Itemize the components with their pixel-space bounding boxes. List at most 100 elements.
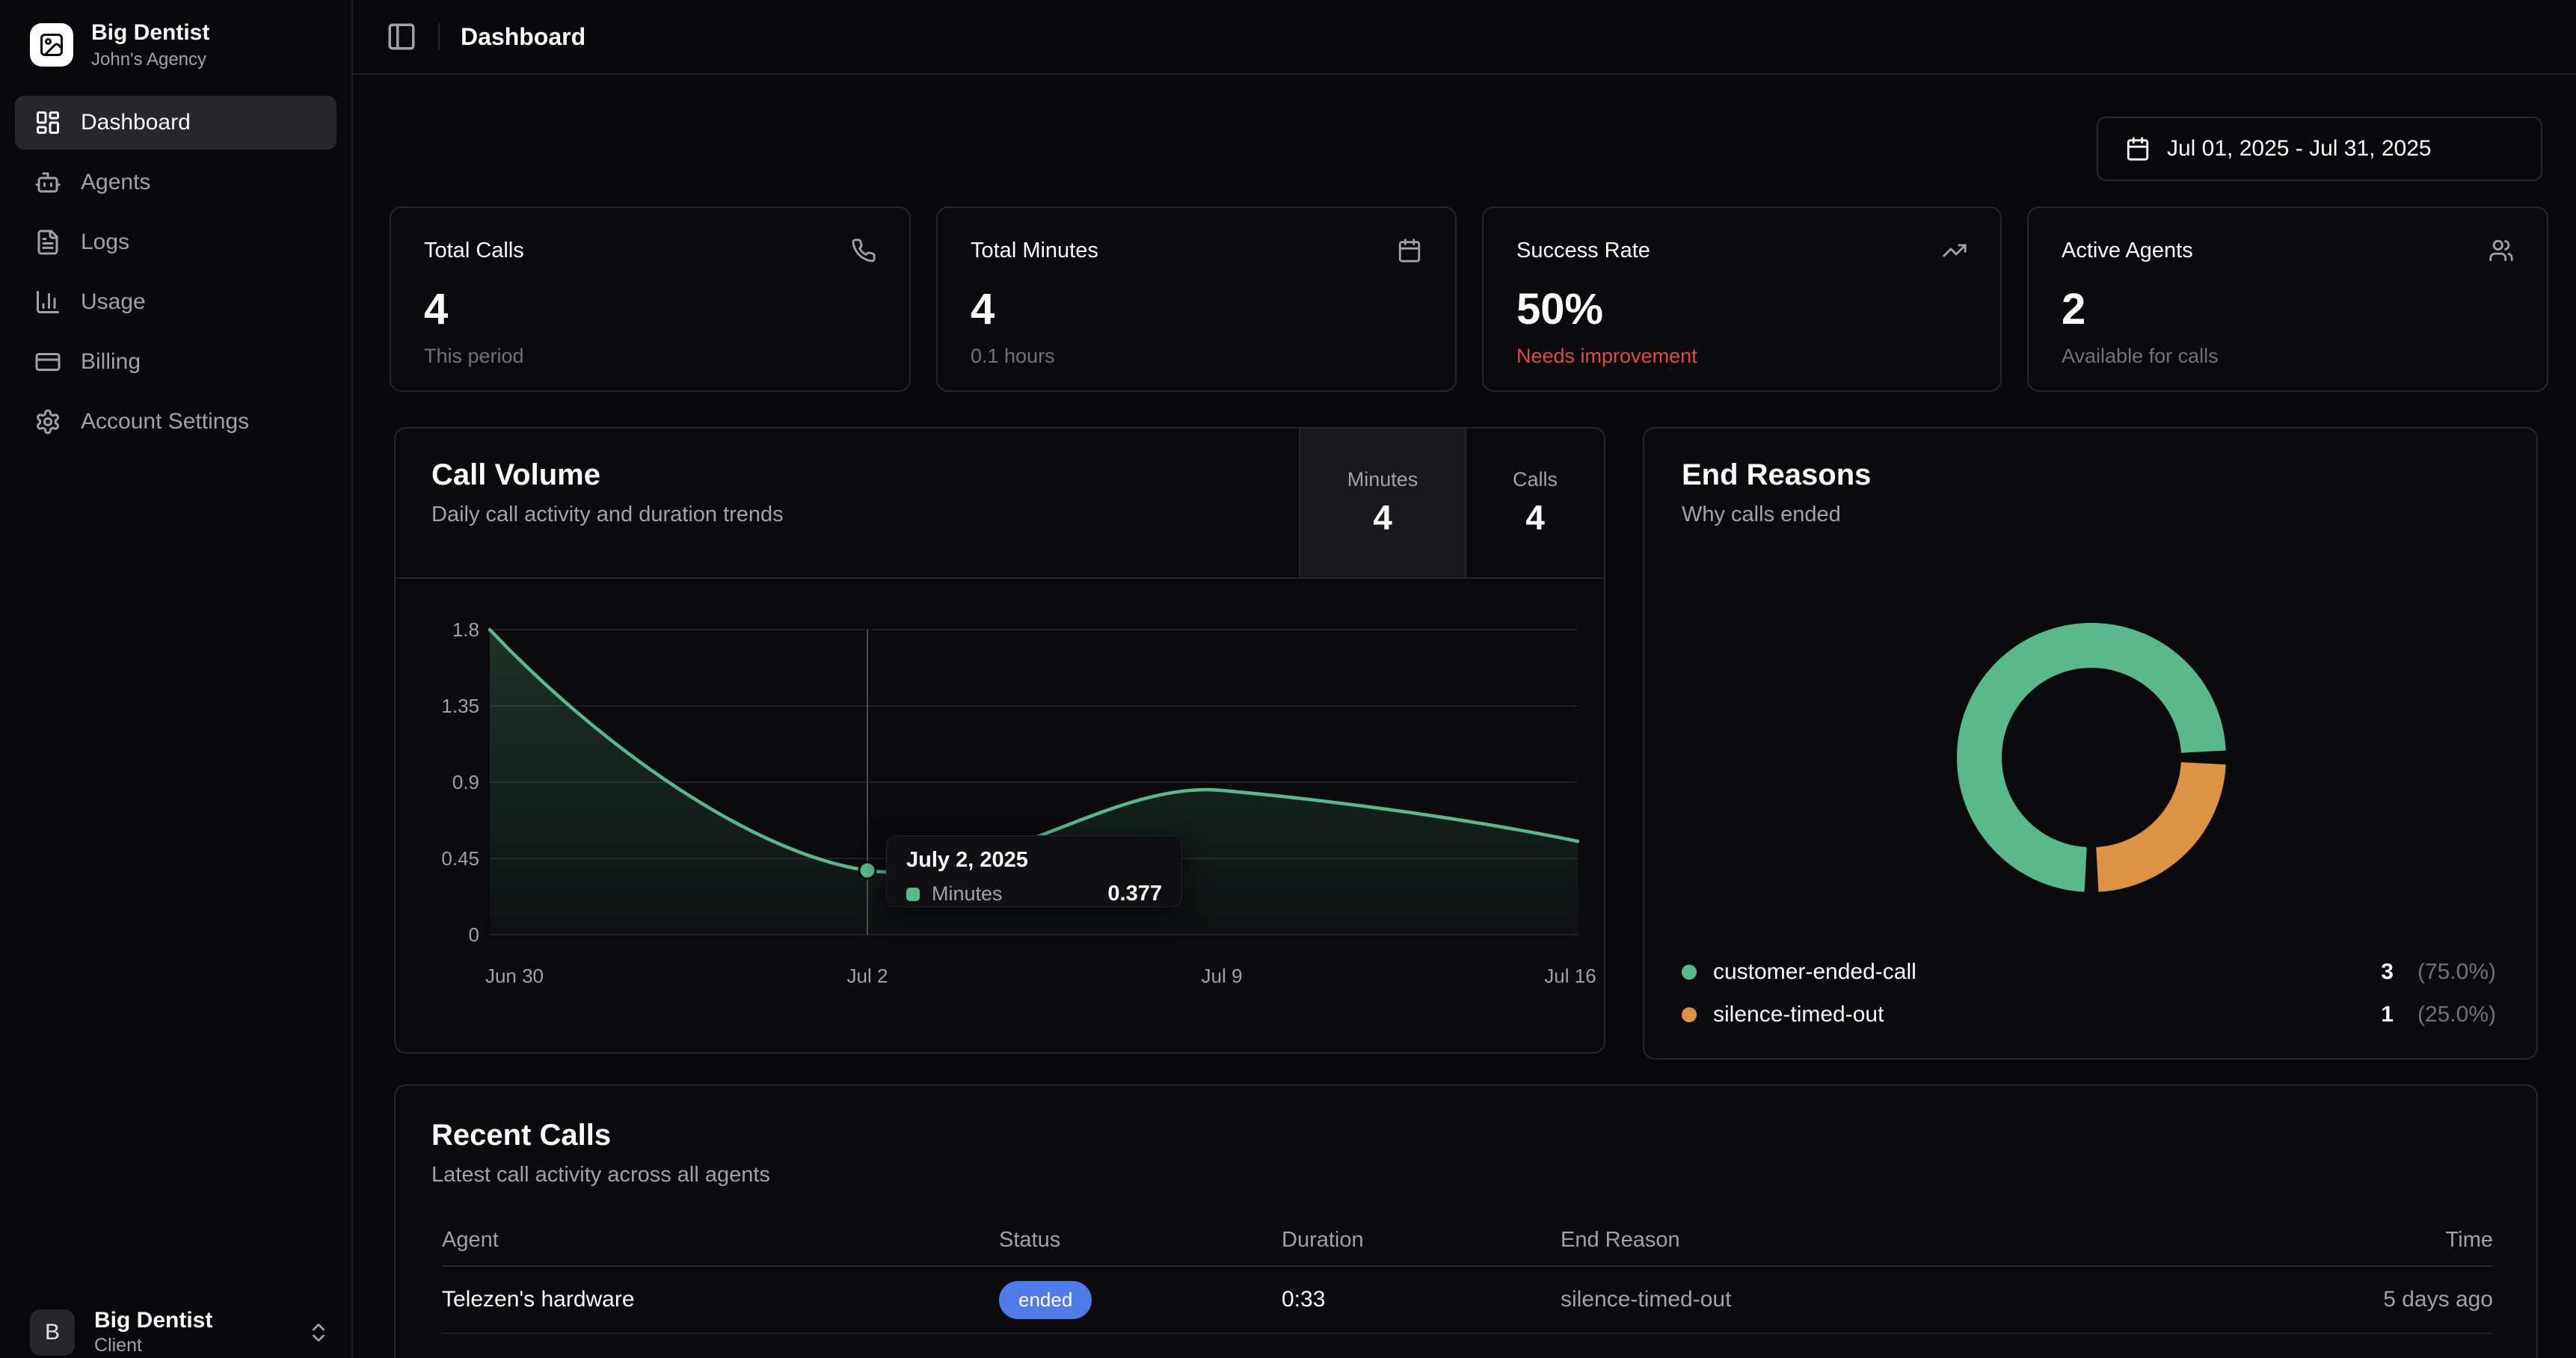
brand-logo — [30, 23, 73, 67]
sidebar-item-agents[interactable]: Agents — [15, 156, 336, 209]
legend-count: 1 — [2381, 1002, 2394, 1027]
end-reasons-subtitle: Why calls ended — [1682, 503, 2536, 527]
sidebar-item-label: Usage — [81, 289, 146, 315]
page-title: Dashboard — [461, 23, 585, 51]
svg-text:0: 0 — [469, 924, 479, 946]
stat-value: 4 — [971, 284, 1422, 334]
date-range-button[interactable]: Jul 01, 2025 - Jul 31, 2025 — [2097, 117, 2542, 181]
tooltip-date: July 2, 2025 — [906, 848, 1162, 873]
column-header-agent: Agent — [442, 1228, 999, 1253]
table-header-row: Agent Status Duration End Reason Time — [442, 1214, 2493, 1267]
tab-label: Calls — [1513, 468, 1558, 491]
column-header-end-reason: End Reason — [1561, 1228, 2054, 1253]
call-volume-header: Call Volume Daily call activity and dura… — [396, 428, 1604, 579]
call-volume-tabs: Minutes 4 Calls 4 — [1299, 428, 1604, 577]
stat-subtitle: Needs improvement — [1516, 345, 1967, 368]
stat-value: 50% — [1516, 284, 1967, 334]
svg-text:0.9: 0.9 — [452, 771, 479, 793]
gear-icon — [34, 408, 61, 435]
cell-agent: Telezen's hardware — [442, 1287, 999, 1312]
recent-calls-card: Recent Calls Latest call activity across… — [394, 1084, 2538, 1358]
legend-count: 3 — [2381, 959, 2394, 985]
stat-subtitle: 0.1 hours — [971, 345, 1422, 368]
stat-subtitle: This period — [424, 345, 876, 368]
tab-label: Minutes — [1347, 468, 1418, 491]
sidebar-item-billing[interactable]: Billing — [15, 335, 336, 389]
brand-subtitle: John's Agency — [91, 49, 209, 70]
tab-calls[interactable]: Calls 4 — [1465, 428, 1604, 577]
date-range-label: Jul 01, 2025 - Jul 31, 2025 — [2167, 136, 2432, 162]
sidebar-item-label: Logs — [81, 230, 129, 255]
layout-dashboard-icon — [34, 109, 61, 136]
sidebar-item-account-settings[interactable]: Account Settings — [15, 395, 336, 449]
topbar: Dashboard — [353, 0, 2576, 75]
chevrons-up-down-icon[interactable] — [307, 1321, 331, 1345]
end-reasons-card: End Reasons Why calls ended customer-end… — [1643, 427, 2538, 1060]
bar-chart-icon — [34, 289, 61, 316]
bot-icon — [34, 169, 61, 196]
end-reasons-donut-chart[interactable] — [1934, 600, 2248, 915]
stat-subtitle: Available for calls — [2062, 345, 2514, 368]
call-volume-area-chart[interactable]: 1.8 1.35 0.9 0.45 0 Jun 30 Jul 2 Jul 9 J… — [396, 579, 1605, 1054]
legend-item: customer-ended-call 3 (75.0%) — [1682, 950, 2496, 993]
donut-segment-silence-timed-out[interactable] — [2097, 764, 2204, 870]
user-menu[interactable]: B Big Dentist Client — [0, 1308, 351, 1358]
svg-text:0.45: 0.45 — [441, 847, 479, 870]
chart-tooltip: July 2, 2025 Minutes 0.377 — [886, 835, 1182, 907]
call-volume-card: Call Volume Daily call activity and dura… — [394, 427, 1605, 1054]
sidebar-item-dashboard[interactable]: Dashboard — [15, 96, 336, 150]
user-name: Big Dentist — [94, 1308, 212, 1333]
svg-text:1.8: 1.8 — [452, 618, 479, 641]
column-header-status: Status — [999, 1228, 1282, 1253]
cell-end-reason: silence-timed-out — [1561, 1287, 2054, 1312]
stat-title: Total Calls — [424, 239, 524, 263]
tab-minutes[interactable]: Minutes 4 — [1299, 428, 1465, 577]
cell-duration: 0:33 — [1282, 1287, 1561, 1312]
tab-value: 4 — [1373, 497, 1392, 538]
svg-text:1.35: 1.35 — [441, 695, 479, 717]
legend-dot-green — [1682, 965, 1697, 980]
panel-left-icon[interactable] — [386, 21, 417, 52]
series-swatch — [906, 888, 920, 901]
divider — [438, 23, 440, 50]
end-reasons-title: End Reasons — [1682, 458, 2536, 492]
legend-item: silence-timed-out 1 (25.0%) — [1682, 993, 2496, 1036]
tooltip-value: 0.377 — [1107, 882, 1162, 906]
sidebar-item-label: Billing — [81, 349, 141, 375]
credit-card-icon — [34, 348, 61, 375]
sidebar-nav: Dashboard Agents Logs Usage Billing Acco… — [0, 96, 351, 449]
trending-up-icon — [1942, 238, 1967, 263]
recent-calls-title: Recent Calls — [431, 1119, 2536, 1152]
stat-card-success-rate: Success Rate 50% Needs improvement — [1482, 206, 2002, 392]
users-icon — [2489, 238, 2514, 263]
legend-label: silence-timed-out — [1713, 1002, 1884, 1027]
avatar: B — [30, 1309, 75, 1356]
legend-dot-orange — [1682, 1007, 1697, 1022]
sidebar-item-usage[interactable]: Usage — [15, 275, 336, 329]
calendar-icon — [2125, 136, 2151, 162]
sidebar-item-label: Account Settings — [81, 409, 249, 434]
table-row[interactable]: Telezen's hardware ended 0:33 silence-ti… — [442, 1267, 2493, 1334]
column-header-time: Time — [2054, 1228, 2493, 1253]
svg-text:Jul 9: Jul 9 — [1202, 965, 1243, 987]
svg-text:Jun 30: Jun 30 — [485, 965, 544, 987]
phone-icon — [851, 238, 876, 263]
sidebar-item-label: Dashboard — [81, 110, 191, 135]
calendar-icon — [1397, 238, 1422, 263]
end-reasons-legend: customer-ended-call 3 (75.0%) silence-ti… — [1682, 950, 2496, 1036]
svg-text:Jul 16: Jul 16 — [1544, 965, 1596, 987]
stat-value: 2 — [2062, 284, 2514, 334]
image-icon — [38, 31, 65, 58]
recent-calls-table: Agent Status Duration End Reason Time Te… — [442, 1214, 2493, 1334]
legend-percent: (25.0%) — [2417, 1002, 2496, 1027]
user-role: Client — [94, 1335, 212, 1357]
sidebar: Big Dentist John's Agency Dashboard Agen… — [0, 0, 353, 1358]
stat-title: Total Minutes — [971, 239, 1098, 263]
y-axis-ticks: 1.8 1.35 0.9 0.45 0 — [441, 618, 479, 946]
stat-card-total-minutes: Total Minutes 4 0.1 hours — [936, 206, 1457, 392]
recent-calls-subtitle: Latest call activity across all agents — [431, 1163, 2536, 1188]
brand-name: Big Dentist — [91, 19, 209, 46]
status-badge: ended — [999, 1281, 1092, 1319]
stat-card-active-agents: Active Agents 2 Available for calls — [2027, 206, 2548, 392]
sidebar-item-logs[interactable]: Logs — [15, 215, 336, 269]
